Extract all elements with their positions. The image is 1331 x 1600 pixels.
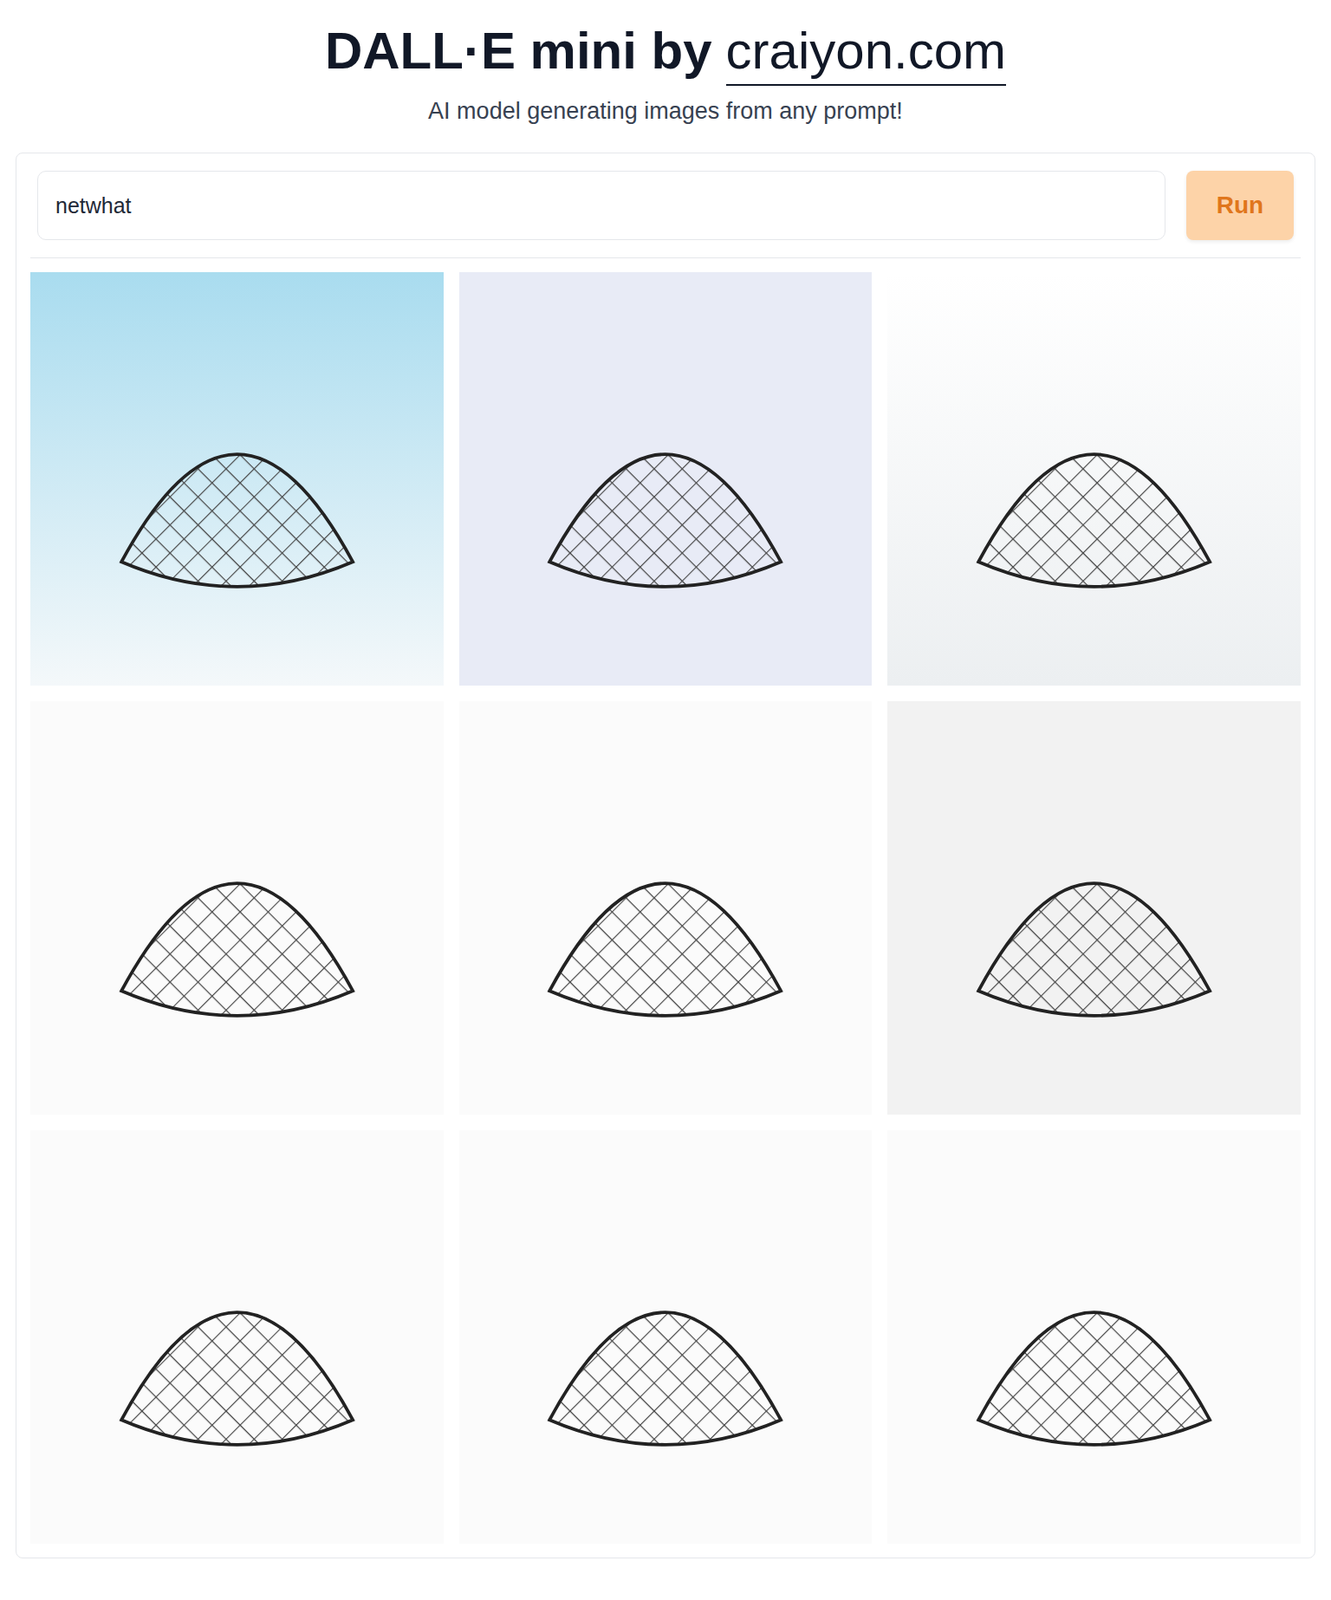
generated-image[interactable] — [887, 701, 1301, 1115]
site-link[interactable]: craiyon.com — [726, 20, 1007, 86]
generated-image[interactable] — [887, 272, 1301, 686]
title-text: DALL·E mini by — [324, 20, 713, 81]
generated-image[interactable] — [30, 272, 444, 686]
net-image-icon — [499, 742, 831, 1074]
generated-image[interactable] — [30, 701, 444, 1115]
generated-image[interactable] — [30, 1129, 444, 1544]
run-button[interactable]: Run — [1186, 170, 1294, 241]
net-image-icon — [499, 1171, 831, 1503]
header: DALL·E mini bycraiyon.com AI model genera… — [15, 20, 1316, 125]
generated-image[interactable] — [459, 272, 873, 686]
prompt-bar: Run — [30, 170, 1301, 259]
generated-image[interactable] — [887, 1129, 1301, 1544]
image-grid — [30, 272, 1301, 1544]
net-image-icon — [499, 313, 831, 645]
generator-card: Run — [15, 152, 1316, 1559]
title: DALL·E mini bycraiyon.com — [324, 20, 1007, 86]
subtitle: AI model generating images from any prom… — [428, 97, 903, 125]
net-image-icon — [928, 313, 1260, 645]
net-image-icon — [71, 313, 403, 645]
page: DALL·E mini bycraiyon.com AI model genera… — [0, 0, 1331, 1600]
generated-image[interactable] — [459, 701, 873, 1115]
generated-image[interactable] — [459, 1129, 873, 1544]
net-image-icon — [928, 742, 1260, 1074]
net-image-icon — [71, 1171, 403, 1503]
net-image-icon — [71, 742, 403, 1074]
prompt-input[interactable] — [37, 170, 1166, 241]
net-image-icon — [928, 1171, 1260, 1503]
